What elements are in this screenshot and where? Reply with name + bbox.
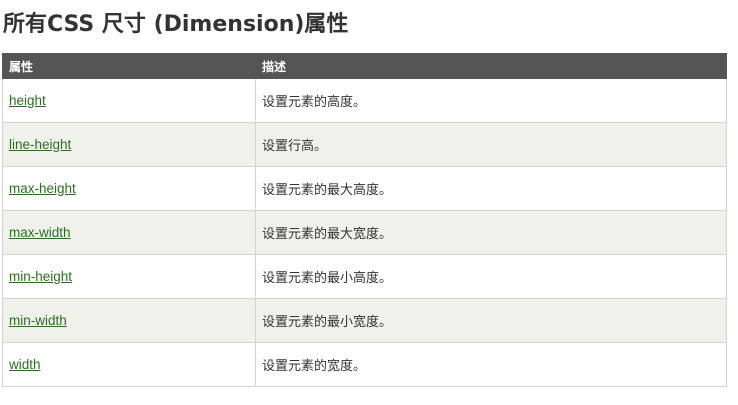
description-cell: 设置元素的最大宽度。 bbox=[255, 210, 727, 255]
table-row: max-width 设置元素的最大宽度。 bbox=[2, 210, 727, 255]
property-link-min-width[interactable]: min-width bbox=[9, 313, 67, 328]
property-cell: min-height bbox=[2, 254, 256, 299]
property-cell: height bbox=[2, 78, 256, 123]
property-link-height[interactable]: height bbox=[9, 93, 46, 108]
description-cell: 设置元素的最小宽度。 bbox=[255, 298, 727, 343]
property-cell: line-height bbox=[2, 122, 256, 167]
property-link-line-height[interactable]: line-height bbox=[9, 137, 71, 152]
table-row: width 设置元素的宽度。 bbox=[2, 342, 727, 387]
table-row: max-height 设置元素的最大高度。 bbox=[2, 166, 727, 211]
property-cell: min-width bbox=[2, 298, 256, 343]
property-link-width[interactable]: width bbox=[9, 357, 41, 372]
property-link-min-height[interactable]: min-height bbox=[9, 269, 72, 284]
description-cell: 设置行高。 bbox=[255, 122, 727, 167]
page: 所有CSS 尺寸 (Dimension)属性 属性 描述 height 设置元素… bbox=[0, 0, 738, 405]
property-cell: max-height bbox=[2, 166, 256, 211]
header-property: 属性 bbox=[2, 53, 256, 79]
dimension-properties-table: 属性 描述 height 设置元素的高度。 line-height 设置行高。 … bbox=[2, 53, 727, 387]
property-link-max-width[interactable]: max-width bbox=[9, 225, 71, 240]
property-cell: max-width bbox=[2, 210, 256, 255]
description-cell: 设置元素的宽度。 bbox=[255, 342, 727, 387]
description-cell: 设置元素的高度。 bbox=[255, 78, 727, 123]
table-row: line-height 设置行高。 bbox=[2, 122, 727, 167]
page-title: 所有CSS 尺寸 (Dimension)属性 bbox=[3, 12, 349, 37]
description-cell: 设置元素的最大高度。 bbox=[255, 166, 727, 211]
table-row: height 设置元素的高度。 bbox=[2, 78, 727, 123]
property-cell: width bbox=[2, 342, 256, 387]
header-description: 描述 bbox=[255, 53, 727, 79]
table-row: min-height 设置元素的最小高度。 bbox=[2, 254, 727, 299]
property-link-max-height[interactable]: max-height bbox=[9, 181, 76, 196]
table-header-row: 属性 描述 bbox=[2, 53, 727, 79]
description-cell: 设置元素的最小高度。 bbox=[255, 254, 727, 299]
table-row: min-width 设置元素的最小宽度。 bbox=[2, 298, 727, 343]
